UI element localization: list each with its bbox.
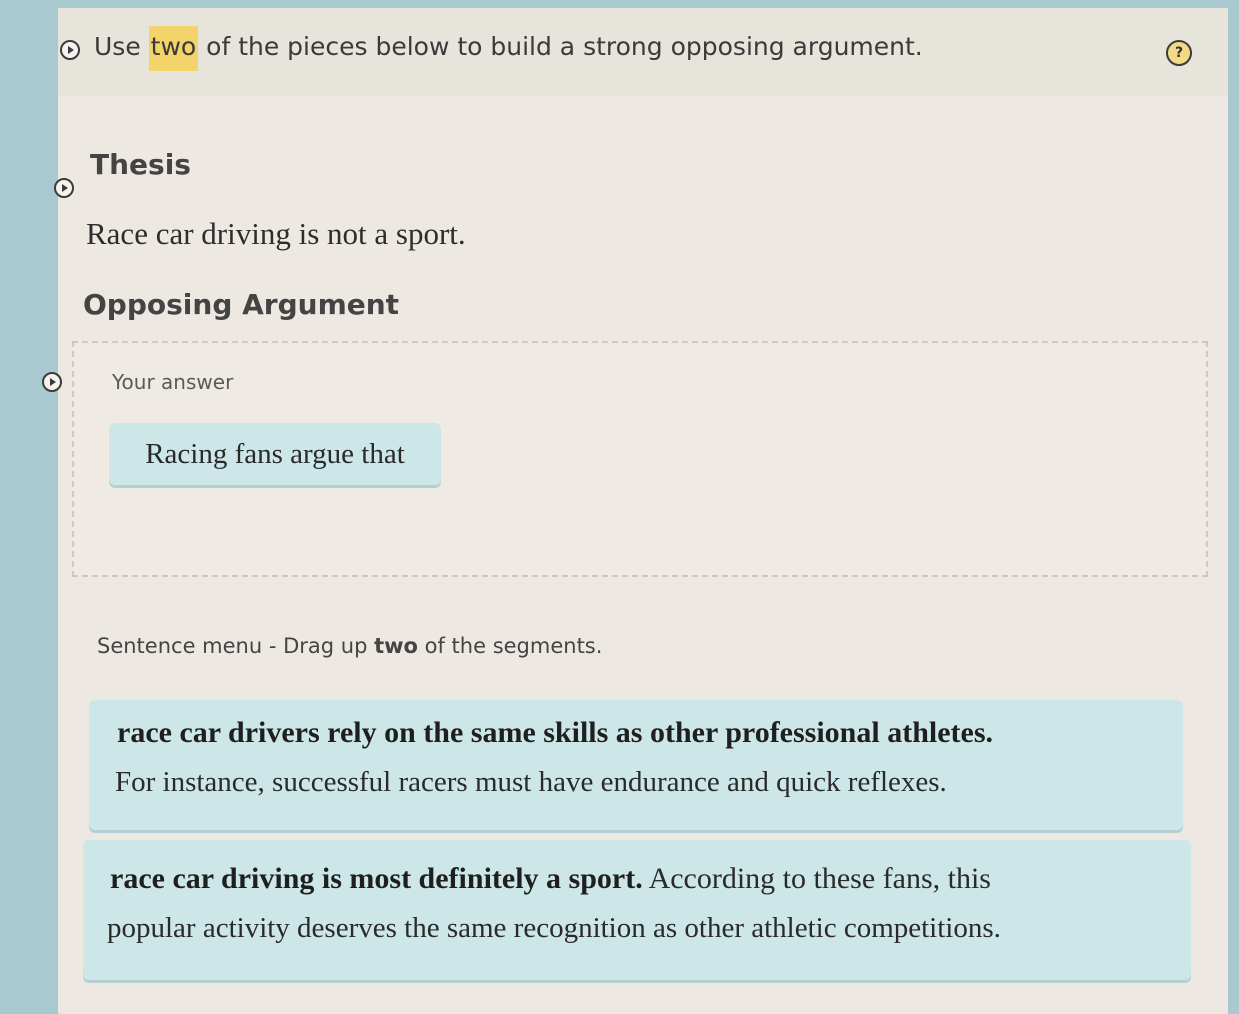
thesis-heading: Thesis xyxy=(90,148,191,181)
play-circle-icon[interactable] xyxy=(54,178,74,198)
play-circle-icon[interactable] xyxy=(42,372,62,392)
menu-label-suffix: of the segments. xyxy=(417,634,603,658)
instruction-suffix: of the pieces below to build a strong op… xyxy=(198,32,923,61)
help-icon[interactable]: ? xyxy=(1166,40,1192,66)
answer-chip[interactable]: Racing fans argue that xyxy=(109,423,441,485)
play-circle-icon[interactable] xyxy=(60,40,80,60)
segment-card[interactable]: race car driving is most definitely a sp… xyxy=(83,840,1191,980)
menu-label-bold: two xyxy=(374,634,418,658)
segment-line-2: popular activity deserves the same recog… xyxy=(107,912,1001,944)
segment-rest-text: According to these fans, this xyxy=(642,862,991,895)
instruction-highlight: two xyxy=(148,26,199,71)
thesis-text: Race car driving is not a sport. xyxy=(86,216,466,251)
segment-line-1: race car driving is most definitely a sp… xyxy=(110,862,991,896)
segment-line-1: race car drivers rely on the same skills… xyxy=(117,716,993,750)
segment-bold-text: race car driving is most definitely a sp… xyxy=(110,862,643,895)
opposing-argument-heading: Opposing Argument xyxy=(83,288,400,321)
menu-label-prefix: Sentence menu - Drag up xyxy=(97,634,375,658)
sentence-menu-label: Sentence menu - Drag up two of the segme… xyxy=(97,634,602,658)
answer-label: Your answer xyxy=(112,370,234,394)
segment-bold-text: race car drivers rely on the same skills… xyxy=(117,716,994,749)
instruction-prefix: Use xyxy=(94,32,149,61)
instruction-text: Use two of the pieces below to build a s… xyxy=(94,26,923,71)
segment-card[interactable]: race car drivers rely on the same skills… xyxy=(89,700,1183,830)
segment-line-2: For instance, successful racers must hav… xyxy=(115,766,947,798)
